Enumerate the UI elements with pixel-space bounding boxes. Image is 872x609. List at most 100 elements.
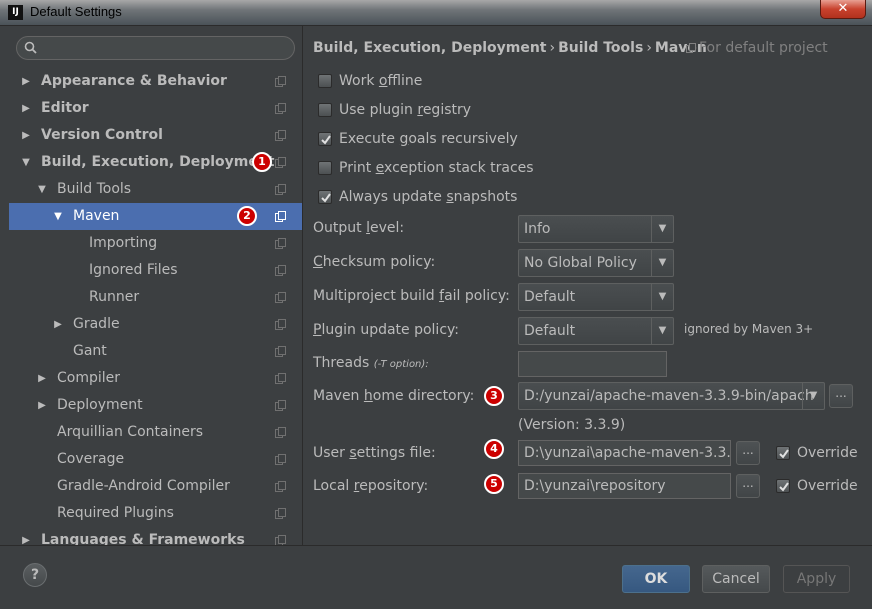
copy-icon [275, 265, 286, 276]
copy-icon [275, 400, 286, 411]
copy-icon [275, 454, 286, 465]
breadcrumb-item: Build, Execution, Deployment [313, 40, 547, 56]
tree-item-importing[interactable]: Importing [9, 230, 302, 257]
collapsed-arrow-icon[interactable]: ▶ [36, 365, 48, 392]
tree-item-label: Importing [89, 235, 158, 251]
copy-icon [275, 103, 286, 114]
breadcrumb-separator: › [549, 40, 556, 56]
cancel-button[interactable]: Cancel [702, 565, 770, 593]
output-level-label: Output level: [313, 220, 405, 236]
title-bar: IJ Default Settings ✕ [0, 0, 872, 26]
dropdown-value: Default [524, 289, 576, 305]
tree-item-languages-frameworks[interactable]: ▶ Languages & Frameworks [9, 527, 302, 545]
expanded-arrow-icon[interactable]: ▼ [20, 149, 32, 176]
scope-text: For default project [699, 40, 828, 56]
annotation-badge-5: 5 [484, 474, 504, 494]
dropdown-arrow-icon[interactable]: ▼ [651, 250, 673, 276]
collapsed-arrow-icon[interactable]: ▶ [20, 95, 32, 122]
checkmark-icon [779, 482, 789, 492]
copy-icon [275, 535, 286, 545]
copy-icon [686, 43, 696, 53]
tree-item-coverage[interactable]: Coverage [9, 446, 302, 473]
collapsed-arrow-icon[interactable]: ▶ [36, 392, 48, 419]
tree-item-editor[interactable]: ▶ Editor [9, 95, 302, 122]
copy-icon [275, 130, 286, 141]
checkbox-label: Work offline [339, 73, 423, 89]
local-repository-input[interactable]: D:\yunzai\repository [518, 473, 731, 499]
plugin-update-hint: ignored by Maven 3+ [684, 322, 814, 336]
checkbox-box[interactable] [776, 446, 790, 460]
tree-item-deployment[interactable]: ▶ Deployment [9, 392, 302, 419]
checkbox-label: Execute goals recursively [339, 131, 518, 147]
expanded-arrow-icon[interactable]: ▼ [36, 176, 48, 203]
search-input[interactable] [16, 36, 295, 60]
dropdown-value: Default [524, 323, 576, 339]
tree-item-maven[interactable]: ▼ Maven 2 [9, 203, 302, 230]
ok-button[interactable]: OK [622, 565, 690, 593]
dropdown-value: Info [524, 221, 551, 237]
checkbox-box[interactable] [318, 161, 332, 175]
dropdown-arrow-icon[interactable]: ▼ [651, 216, 673, 242]
collapsed-arrow-icon[interactable]: ▶ [20, 527, 32, 545]
tree-item-ignored-files[interactable]: Ignored Files [9, 257, 302, 284]
checkmark-icon [321, 135, 331, 145]
apply-button[interactable]: Apply [783, 565, 850, 593]
tree-item-label: Ignored Files [89, 262, 178, 278]
checkmark-icon [779, 449, 789, 459]
tree-item-runner[interactable]: Runner [9, 284, 302, 311]
collapsed-arrow-icon[interactable]: ▶ [20, 68, 32, 95]
expanded-arrow-icon[interactable]: ▼ [52, 203, 64, 230]
tree-item-label: Version Control [41, 127, 163, 143]
collapsed-arrow-icon[interactable]: ▶ [20, 122, 32, 149]
fail-policy-dropdown[interactable]: Default ▼ [518, 283, 674, 311]
threads-label: Threads (-T option): [313, 355, 429, 371]
window-title: Default Settings [30, 4, 122, 19]
help-button[interactable]: ? [23, 563, 47, 587]
maven-home-label: Maven home directory: [313, 388, 475, 404]
tree-item-label: Gradle [73, 316, 120, 332]
tree-item-version-control[interactable]: ▶ Version Control [9, 122, 302, 149]
maven-settings-panel: Build, Execution, Deployment › Build Tools… [303, 26, 872, 545]
plugin-update-policy-dropdown[interactable]: Default ▼ [518, 317, 674, 345]
user-settings-input[interactable]: D:\yunzai\apache-maven-3.3.9 [518, 440, 731, 466]
checkbox-label: Print exception stack traces [339, 160, 534, 176]
threads-input[interactable] [518, 351, 667, 377]
output-level-dropdown[interactable]: Info ▼ [518, 215, 674, 243]
tree-item-compiler[interactable]: ▶ Compiler [9, 365, 302, 392]
checkbox-box[interactable] [318, 103, 332, 117]
checkbox-box[interactable] [318, 190, 332, 204]
dropdown-arrow-icon[interactable]: ▼ [802, 383, 824, 409]
browse-local-repository-button[interactable]: ... [736, 474, 760, 498]
tree-item-build-execution-deployment[interactable]: ▼ Build, Execution, Deployment 1 [9, 149, 302, 176]
browse-maven-home-button[interactable]: ... [829, 384, 853, 408]
tree-item-gradle-android-compiler[interactable]: Gradle-Android Compiler [9, 473, 302, 500]
plugin-update-policy-label: Plugin update policy: [313, 322, 460, 338]
checksum-policy-dropdown[interactable]: No Global Policy ▼ [518, 249, 674, 277]
collapsed-arrow-icon[interactable]: ▶ [52, 311, 64, 338]
tree-item-label: Gradle-Android Compiler [57, 478, 230, 494]
close-button[interactable]: ✕ [820, 0, 866, 19]
tree-item-label: Arquillian Containers [57, 424, 204, 440]
tree-item-required-plugins[interactable]: Required Plugins [9, 500, 302, 527]
browse-user-settings-button[interactable]: ... [736, 441, 760, 465]
dropdown-value: No Global Policy [524, 255, 637, 271]
tree-item-appearance-behavior[interactable]: ▶ Appearance & Behavior [9, 68, 302, 95]
fail-policy-label: Multiproject build fail policy: [313, 288, 510, 304]
dropdown-arrow-icon[interactable]: ▼ [651, 318, 673, 344]
copy-icon [275, 373, 286, 384]
checksum-policy-label: Checksum policy: [313, 254, 436, 270]
dropdown-arrow-icon[interactable]: ▼ [651, 284, 673, 310]
maven-version-label: (Version: 3.3.9) [518, 417, 626, 433]
footer-separator [0, 545, 872, 546]
checkbox-box[interactable] [318, 132, 332, 146]
tree-item-arquillian-containers[interactable]: Arquillian Containers [9, 419, 302, 446]
tree-item-gant[interactable]: Gant [9, 338, 302, 365]
checkbox-box[interactable] [318, 74, 332, 88]
annotation-badge-4: 4 [484, 439, 504, 459]
tree-item-label: Build, Execution, Deployment [41, 154, 275, 170]
maven-home-dropdown[interactable]: D:/yunzai/apache-maven-3.3.9-bin/apach ▼ [518, 382, 825, 410]
tree-item-gradle[interactable]: ▶ Gradle [9, 311, 302, 338]
checkbox-box[interactable] [776, 479, 790, 493]
tree-item-build-tools[interactable]: ▼ Build Tools [9, 176, 302, 203]
copy-icon [275, 76, 286, 87]
